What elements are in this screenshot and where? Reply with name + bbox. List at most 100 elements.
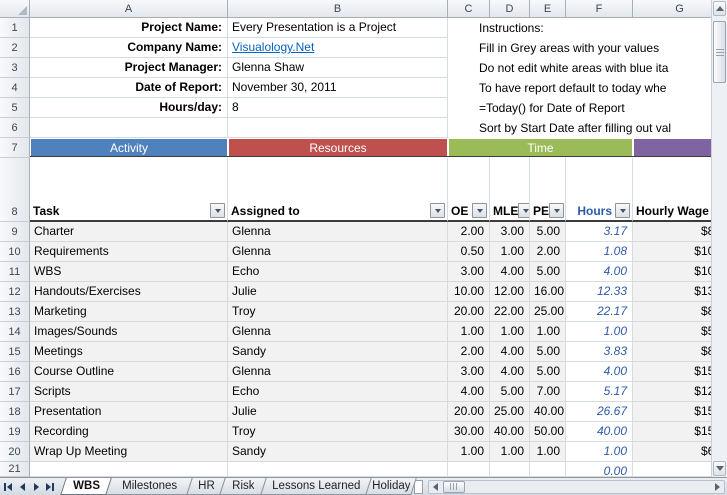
cell-oe[interactable]: 0.50 [448,242,490,262]
cell-task[interactable]: Marketing [30,302,228,322]
column-header-c[interactable]: C [448,0,490,18]
filter-dropdown-icon[interactable] [518,203,530,218]
cell-oe[interactable]: 2.00 [448,342,490,362]
cell-assigned-to[interactable]: Sandy [228,342,448,362]
cell-pe[interactable]: 7.00 [530,382,566,402]
cell-hours[interactable]: 4.00 [566,262,633,282]
cell-mle[interactable]: 4.00 [490,262,530,282]
cell-hours[interactable]: 0.00 [566,462,633,477]
row-header-21[interactable]: 21 [0,462,30,477]
next-sheet-button[interactable] [30,480,42,494]
cell-oe[interactable]: 20.00 [448,302,490,322]
info-label-date-of-report[interactable]: Date of Report: [30,78,228,98]
cell-assigned-to[interactable]: Julie [228,402,448,422]
cell-mle[interactable]: 1.00 [490,442,530,462]
cell-oe[interactable] [448,462,490,477]
horizontal-scroll-thumb[interactable] [443,481,465,493]
cell-pe[interactable]: 5.00 [530,262,566,282]
cell-pe[interactable]: 1.00 [530,322,566,342]
header-assigned-to[interactable]: Assigned to [228,158,448,222]
cell-assigned-to[interactable]: Glenna [228,242,448,262]
vertical-scrollbar[interactable] [711,0,727,477]
info-label-project-manager[interactable]: Project Manager: [30,58,228,78]
cell-pe[interactable]: 50.00 [530,422,566,442]
sheet-tab-risk[interactable]: Risk [219,478,267,495]
row-header-6[interactable]: 6 [0,118,30,138]
cell-hours[interactable]: 1.00 [566,442,633,462]
row-header-10[interactable]: 10 [0,242,30,262]
row-header-15[interactable]: 15 [0,342,30,362]
filter-dropdown-icon[interactable] [615,203,630,218]
cell-pe[interactable]: 25.00 [530,302,566,322]
header-task[interactable]: Task [30,158,228,222]
company-link[interactable]: Visualology.Net [228,38,448,58]
cell-hours[interactable]: 4.00 [566,362,633,382]
cell-pe[interactable]: 5.00 [530,342,566,362]
scroll-right-button[interactable] [711,481,724,493]
info-value-project-manager[interactable]: Glenna Shaw [228,58,448,78]
cell-task[interactable]: Presentation [30,402,228,422]
cell-oe[interactable]: 1.00 [448,442,490,462]
cell-task[interactable]: Requirements [30,242,228,262]
sheet-tab-holiday[interactable]: Holiday [365,478,417,495]
cell-mle[interactable]: 3.00 [490,222,530,242]
cell-mle[interactable] [490,462,530,477]
cell-assigned-to[interactable]: Troy [228,302,448,322]
info-label-project-name[interactable]: Project Name: [30,18,228,38]
cell-oe[interactable]: 1.00 [448,322,490,342]
row-header-3[interactable]: 3 [0,58,30,78]
cell-assigned-to[interactable]: Troy [228,422,448,442]
cell-hours[interactable]: 22.17 [566,302,633,322]
row-header-1[interactable]: 1 [0,18,30,38]
cell-assigned-to[interactable]: Sandy [228,442,448,462]
cell-hours[interactable]: 1.08 [566,242,633,262]
cell-pe[interactable]: 2.00 [530,242,566,262]
cell-assigned-to[interactable] [228,462,448,477]
cell-hours[interactable]: 5.17 [566,382,633,402]
row-header-13[interactable]: 13 [0,302,30,322]
info-value-hours-per-day[interactable]: 8 [228,98,448,118]
vertical-scroll-track[interactable] [713,17,726,460]
cell-oe[interactable]: 20.00 [448,402,490,422]
row-header-7[interactable]: 7 [0,138,30,158]
cell-oe[interactable]: 4.00 [448,382,490,402]
cell-task[interactable]: Recording [30,422,228,442]
column-header-a[interactable]: A [30,0,228,18]
sheet-tab-wbs[interactable]: WBS [60,478,112,495]
empty-cell[interactable] [228,118,448,138]
row-header-14[interactable]: 14 [0,322,30,342]
row-header-2[interactable]: 2 [0,38,30,58]
scroll-left-button[interactable] [429,481,442,493]
header-mle[interactable]: MLE [490,158,530,222]
cell-task[interactable] [30,462,228,477]
scroll-down-button[interactable] [713,461,726,476]
cell-task[interactable]: Charter [30,222,228,242]
row-header-11[interactable]: 11 [0,262,30,282]
row-header-5[interactable]: 5 [0,98,30,118]
cell-oe[interactable]: 3.00 [448,362,490,382]
info-label-hours-per-day[interactable]: Hours/day: [30,98,228,118]
cell-pe[interactable] [530,462,566,477]
cell-pe[interactable]: 5.00 [530,222,566,242]
row-header-8[interactable]: 8 [0,158,30,222]
cell-mle[interactable]: 25.00 [490,402,530,422]
column-header-f[interactable]: F [566,0,633,18]
cell-pe[interactable]: 5.00 [530,362,566,382]
cell-task[interactable]: WBS [30,262,228,282]
cell-mle[interactable]: 4.00 [490,342,530,362]
cell-oe[interactable]: 3.00 [448,262,490,282]
cell-task[interactable]: Course Outline [30,362,228,382]
column-header-d[interactable]: D [490,0,530,18]
column-header-e[interactable]: E [530,0,566,18]
row-header-9[interactable]: 9 [0,222,30,242]
cell-hours[interactable]: 40.00 [566,422,633,442]
cell-assigned-to[interactable]: Glenna [228,362,448,382]
cell-pe[interactable]: 1.00 [530,442,566,462]
cell-pe[interactable]: 16.00 [530,282,566,302]
filter-dropdown-icon[interactable] [210,203,225,218]
cell-assigned-to[interactable]: Echo [228,382,448,402]
cell-task[interactable]: Wrap Up Meeting [30,442,228,462]
cell-oe[interactable]: 2.00 [448,222,490,242]
cell-assigned-to[interactable]: Glenna [228,222,448,242]
cell-task[interactable]: Images/Sounds [30,322,228,342]
